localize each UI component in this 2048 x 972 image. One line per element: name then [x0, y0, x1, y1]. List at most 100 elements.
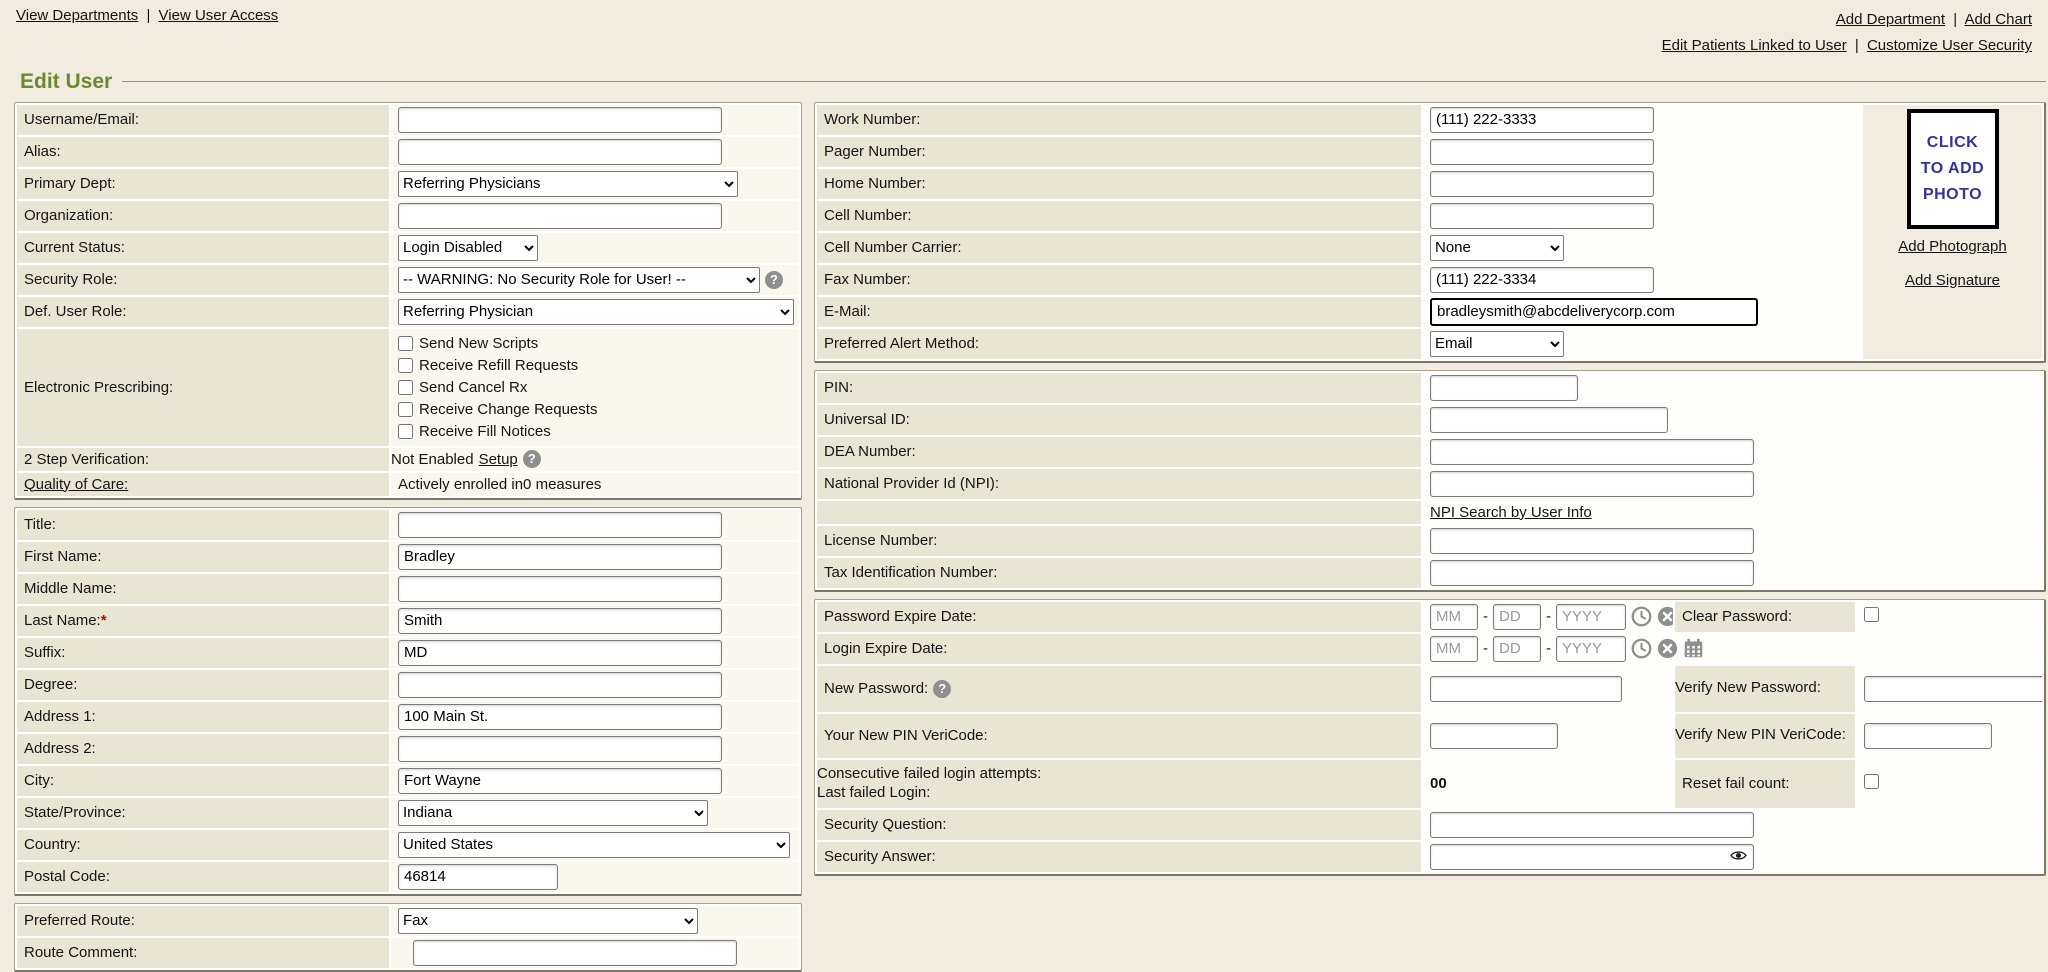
alert-method-label: Preferred Alert Method: [817, 329, 1421, 359]
work-number-label: Work Number: [817, 105, 1421, 135]
postal-code-input[interactable] [398, 864, 558, 890]
security-answer-input[interactable] [1430, 844, 1754, 870]
degree-input[interactable] [398, 672, 722, 698]
two-step-setup-link[interactable]: Setup [479, 451, 518, 468]
state-province-select[interactable]: Indiana [398, 800, 708, 826]
work-number-input[interactable] [1430, 107, 1654, 133]
edit-patients-linked-link[interactable]: Edit Patients Linked to User [1662, 37, 1847, 54]
security-role-select[interactable]: -- WARNING: No Security Role for User! -… [398, 267, 760, 293]
receive-change-requests-checkbox[interactable] [398, 402, 413, 417]
photo-placeholder-line: CLICK [1927, 134, 1978, 152]
city-input[interactable] [398, 768, 722, 794]
right-column: Work Number: CLICK TO ADD PHOTO Add Phot… [814, 102, 2046, 876]
npi-input[interactable] [1430, 471, 1754, 497]
organization-input[interactable] [398, 203, 722, 229]
clock-icon[interactable] [1631, 606, 1652, 627]
reset-fail-count-label: Reset fail count: [1675, 760, 1855, 808]
login-expire-label: Login Expire Date: [817, 634, 1421, 664]
primary-dept-select[interactable]: Referring Physicians [398, 171, 738, 197]
table-row: Address 2: [17, 734, 799, 764]
receive-refill-requests-checkbox[interactable] [398, 358, 413, 373]
suffix-input[interactable] [398, 640, 722, 666]
tax-id-input[interactable] [1430, 560, 1754, 586]
fax-number-input[interactable] [1430, 267, 1654, 293]
link-separator: | [146, 7, 150, 24]
password-expire-mm-input[interactable] [1430, 604, 1478, 630]
security-role-help-icon[interactable]: ? [765, 271, 783, 289]
login-expire-mm-input[interactable] [1430, 636, 1478, 662]
home-number-input[interactable] [1430, 171, 1654, 197]
login-expire-dd-input[interactable] [1493, 636, 1541, 662]
failed-login-attempts-label: Consecutive failed login attempts: [817, 765, 1421, 784]
checkbox-label: Receive Change Requests [419, 401, 597, 418]
add-signature-link[interactable]: Add Signature [1905, 272, 2000, 289]
verify-new-password-input[interactable] [1864, 676, 2042, 702]
new-password-input[interactable] [1430, 676, 1622, 702]
npi-search-link[interactable]: NPI Search by User Info [1430, 504, 1592, 521]
security-answer-label: Security Answer: [817, 842, 1421, 872]
universal-id-input[interactable] [1430, 407, 1668, 433]
table-row: License Number: [817, 526, 2042, 556]
edit-user-legend: Edit User [14, 70, 2046, 94]
password-expire-dd-input[interactable] [1493, 604, 1541, 630]
email-input[interactable] [1430, 298, 1758, 326]
address2-input[interactable] [398, 736, 722, 762]
cell-carrier-select[interactable]: None [1430, 235, 1564, 261]
password-expire-yyyy-input[interactable] [1556, 604, 1626, 630]
click-to-add-photo-box[interactable]: CLICK TO ADD PHOTO [1907, 109, 1999, 229]
title-input[interactable] [398, 512, 722, 538]
current-status-select[interactable]: Login Disabled [398, 235, 538, 261]
clear-date-icon[interactable] [1657, 606, 1673, 627]
receive-fill-notices-checkbox[interactable] [398, 424, 413, 439]
cell-number-input[interactable] [1430, 203, 1654, 229]
add-department-link[interactable]: Add Department [1836, 11, 1945, 28]
new-password-help-icon[interactable]: ? [933, 680, 951, 698]
calendar-icon[interactable] [1683, 638, 1704, 659]
photo-placeholder-line: TO ADD [1921, 160, 1984, 178]
table-row: City: [17, 766, 799, 796]
login-expire-yyyy-input[interactable] [1556, 636, 1626, 662]
add-photograph-link[interactable]: Add Photograph [1898, 238, 2006, 255]
link-separator: | [1953, 11, 1957, 28]
top-left-links: View Departments | View User Access [16, 7, 278, 24]
clear-date-icon[interactable] [1657, 638, 1678, 659]
customize-user-security-link[interactable]: Customize User Security [1867, 37, 2032, 54]
view-departments-link[interactable]: View Departments [16, 7, 138, 24]
dea-number-input[interactable] [1430, 439, 1754, 465]
first-name-input[interactable] [398, 544, 722, 570]
send-cancel-rx-checkbox[interactable] [398, 380, 413, 395]
electronic-prescribing-options: Send New Scripts Receive Refill Requests… [398, 330, 792, 445]
reset-fail-count-checkbox[interactable] [1864, 774, 1879, 789]
verify-pin-vericode-input[interactable] [1864, 723, 1992, 749]
clock-icon[interactable] [1631, 638, 1652, 659]
table-row: Universal ID: [817, 405, 2042, 435]
send-new-scripts-checkbox[interactable] [398, 336, 413, 351]
add-chart-link[interactable]: Add Chart [1964, 11, 2032, 28]
route-comment-input[interactable] [413, 940, 737, 966]
pager-number-input[interactable] [1430, 139, 1654, 165]
view-user-access-link[interactable]: View User Access [159, 7, 279, 24]
security-question-input[interactable] [1430, 812, 1754, 838]
eye-icon[interactable] [1730, 849, 1747, 862]
alert-method-select[interactable]: Email [1430, 331, 1564, 357]
alias-input[interactable] [398, 139, 722, 165]
quality-of-care-link[interactable]: Quality of Care: [24, 476, 128, 493]
pin-input[interactable] [1430, 375, 1578, 401]
last-name-input[interactable] [398, 608, 722, 634]
country-select[interactable]: United States [398, 832, 790, 858]
def-user-role-select[interactable]: Referring Physician [398, 299, 794, 325]
table-row: Last Name:* [17, 606, 799, 636]
pin-vericode-input[interactable] [1430, 723, 1558, 749]
security-question-label: Security Question: [817, 810, 1421, 840]
quality-of-care-status: Actively enrolled in0 measures [398, 476, 601, 493]
middle-name-input[interactable] [398, 576, 722, 602]
preferred-route-select[interactable]: Fax [398, 908, 698, 934]
license-number-input[interactable] [1430, 528, 1754, 554]
clear-password-checkbox[interactable] [1864, 607, 1879, 622]
two-step-help-icon[interactable]: ? [523, 450, 541, 468]
username-input[interactable] [398, 107, 722, 133]
address1-input[interactable] [398, 704, 722, 730]
table-row: Work Number: CLICK TO ADD PHOTO Add Phot… [817, 105, 2042, 135]
table-row: Preferred Route: Fax [17, 906, 799, 936]
table-row: Your New PIN VeriCode: Verify New PIN Ve… [817, 714, 2042, 758]
